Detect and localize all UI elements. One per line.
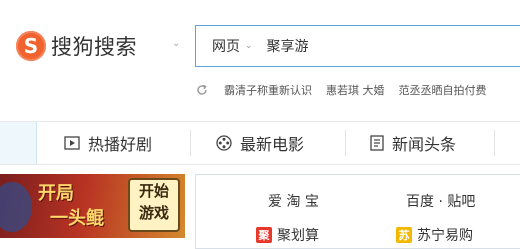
juhuasuan-logo-icon: 聚 <box>256 227 272 243</box>
search-scope-label: 网页 <box>212 39 240 55</box>
search-query[interactable]: 聚享游 <box>267 36 309 56</box>
banner-headline: 开局 <box>38 183 74 204</box>
refresh-icon[interactable] <box>195 83 209 97</box>
suning-logo-icon: 苏 <box>396 227 412 243</box>
brand-name: 搜狗搜索 <box>51 35 137 59</box>
sogou-logo-mark: S <box>16 31 46 61</box>
play-square-icon <box>64 136 80 150</box>
nav-tab-hot-dramas[interactable]: 热播好剧 <box>64 122 152 164</box>
quick-links-panel: 爱 淘 宝 百度 · 贴吧 聚 聚划算 苏 苏宁易购 <box>195 174 520 249</box>
site-link-baidu-tieba[interactable]: 百度 · 贴吧 <box>406 191 475 211</box>
category-nav: 热播好剧 最新电影 新闻头条 <box>0 121 520 165</box>
chevron-down-icon: ⌄ <box>245 41 253 51</box>
nav-tab-news[interactable]: 新闻头条 <box>370 122 456 164</box>
search-scope-dropdown[interactable]: 网页 ⌄ <box>212 36 253 56</box>
kun-fish-image <box>0 182 32 232</box>
nav-divider <box>345 130 346 156</box>
start-game-label-2: 游戏 <box>138 204 169 222</box>
sogou-logo[interactable]: S 搜狗搜索 <box>16 28 137 64</box>
hot-words-bar: 霸清子称重新认识 惠若琪 大婚 范丞丞晒自拍付费 <box>195 82 501 98</box>
chevron-down-icon[interactable]: ⌄ <box>172 38 180 49</box>
document-icon <box>370 135 384 151</box>
site-link-juhuasuan[interactable]: 聚 聚划算 <box>256 225 319 245</box>
site-link-aitaobao[interactable]: 爱 淘 宝 <box>268 191 319 211</box>
nav-tab-label: 新闻头条 <box>392 135 457 154</box>
hot-word-link[interactable]: 惠若琪 大婚 <box>326 82 385 98</box>
banner-subheadline: 一头鲲 <box>50 208 104 229</box>
nav-tab-label: 热播好剧 <box>88 135 153 154</box>
nav-accent-block <box>0 122 37 164</box>
site-link-label: 聚划算 <box>277 228 319 244</box>
game-ad-banner[interactable]: 开局 一头鲲 开始 游戏 <box>0 174 185 238</box>
search-input[interactable]: 网页 ⌄ 聚享游 <box>195 25 520 67</box>
site-link-suning[interactable]: 苏 苏宁易购 <box>396 225 473 245</box>
site-link-label: 苏宁易购 <box>417 228 473 244</box>
nav-divider <box>494 130 495 156</box>
hot-word-link[interactable]: 霸清子称重新认识 <box>224 82 312 98</box>
start-game-button[interactable]: 开始 游戏 <box>128 178 180 232</box>
hot-word-link[interactable]: 范丞丞晒自拍付费 <box>399 82 487 98</box>
nav-tab-label: 最新电影 <box>240 135 305 154</box>
nav-divider <box>190 130 191 156</box>
film-reel-icon <box>216 135 232 151</box>
header: S 搜狗搜索 ⌄ 网页 ⌄ 聚享游 霸清子称重新认识 惠若琪 大婚 范丞丞晒自拍… <box>0 0 520 120</box>
nav-tab-latest-movies[interactable]: 最新电影 <box>216 122 304 164</box>
start-game-label-1: 开始 <box>138 182 169 200</box>
